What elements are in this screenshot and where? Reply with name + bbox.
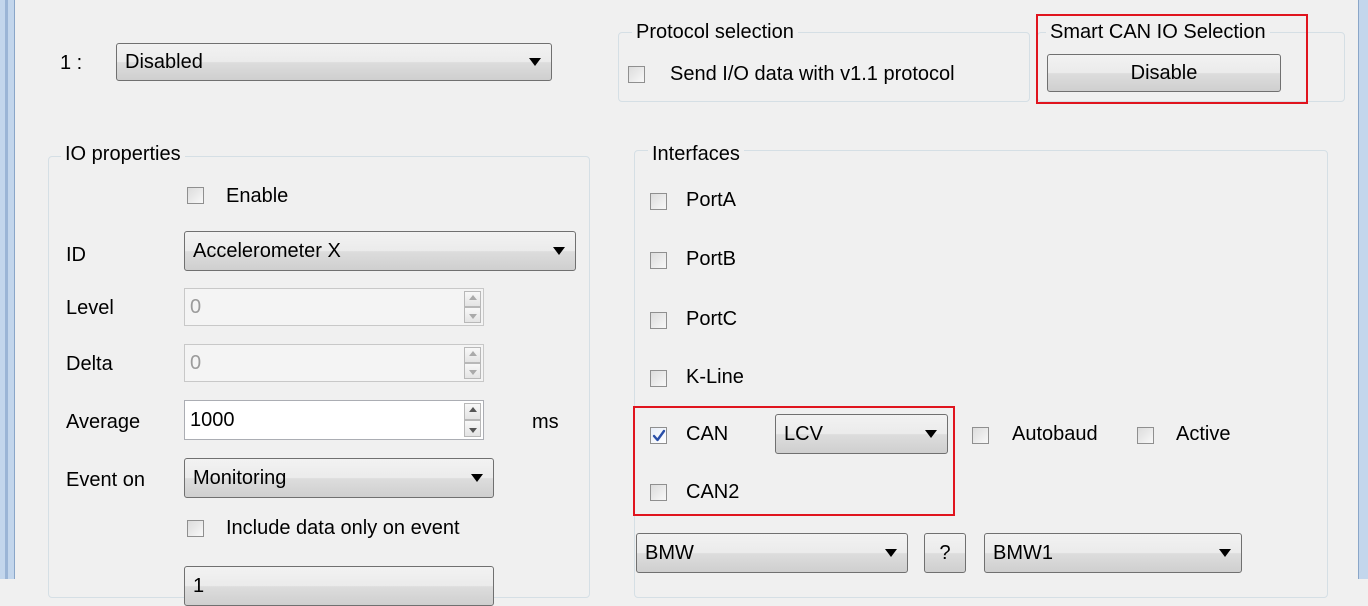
delta-label: Delta: [66, 353, 113, 375]
portb-label: PortB: [686, 248, 737, 270]
window-frame-left: [0, 0, 15, 579]
portc-label: PortC: [686, 308, 738, 330]
channel-index-label: 1 :: [60, 52, 83, 74]
include-on-event-label: Include data only on event: [226, 517, 460, 539]
id-value: Accelerometer X: [193, 239, 341, 262]
chevron-down-icon: [553, 247, 565, 255]
channel-mode-dropdown[interactable]: Disabled: [116, 43, 552, 81]
level-stepper[interactable]: 0: [184, 288, 484, 326]
next-dropdown[interactable]: 1: [184, 566, 494, 606]
delta-spin-buttons[interactable]: [464, 347, 481, 379]
enable-label: Enable: [226, 185, 289, 207]
average-stepper[interactable]: 1000: [184, 400, 484, 440]
event-on-dropdown[interactable]: Monitoring: [184, 458, 494, 498]
level-spin-buttons[interactable]: [464, 291, 481, 323]
protocol-legend: Protocol selection: [632, 21, 798, 43]
average-spin-buttons[interactable]: [464, 403, 481, 437]
average-unit: ms: [532, 411, 559, 433]
portb-checkbox[interactable]: [650, 252, 667, 269]
level-value: 0: [190, 295, 202, 318]
kline-checkbox[interactable]: [650, 370, 667, 387]
vehicle-model-value: BMW1: [993, 541, 1053, 564]
v11-protocol-checkbox[interactable]: [628, 66, 645, 83]
porta-label: PortA: [686, 189, 737, 211]
chevron-down-icon: [1219, 549, 1231, 557]
include-on-event-checkbox[interactable]: [187, 520, 204, 537]
average-label: Average: [66, 411, 141, 433]
porta-checkbox[interactable]: [650, 193, 667, 210]
smart-can-highlight: [1036, 14, 1308, 104]
chevron-down-icon: [529, 58, 541, 66]
io-properties-legend: IO properties: [61, 143, 185, 165]
delta-stepper[interactable]: 0: [184, 344, 484, 382]
help-button[interactable]: ?: [924, 533, 966, 573]
delta-value: 0: [190, 351, 202, 374]
chevron-down-icon: [885, 549, 897, 557]
autobaud-label: Autobaud: [1012, 423, 1098, 445]
v11-protocol-label: Send I/O data with v1.1 protocol: [670, 63, 955, 85]
enable-checkbox[interactable]: [187, 187, 204, 204]
next-value: 1: [193, 574, 205, 597]
average-value: 1000: [190, 408, 235, 431]
id-dropdown[interactable]: Accelerometer X: [184, 231, 576, 271]
event-on-label: Event on: [66, 469, 145, 491]
vehicle-make-value: BMW: [645, 541, 694, 564]
event-on-value: Monitoring: [193, 466, 287, 489]
level-label: Level: [66, 297, 114, 319]
active-checkbox[interactable]: [1137, 427, 1154, 444]
channel-mode-value: Disabled: [125, 50, 203, 73]
chevron-down-icon: [471, 474, 483, 482]
can-highlight: [633, 406, 955, 516]
interfaces-legend: Interfaces: [648, 143, 744, 165]
vehicle-make-dropdown[interactable]: BMW: [636, 533, 908, 573]
portc-checkbox[interactable]: [650, 312, 667, 329]
kline-label: K-Line: [686, 366, 744, 388]
id-label: ID: [66, 244, 86, 266]
active-label: Active: [1176, 423, 1231, 445]
window-frame-right: [1358, 0, 1368, 579]
autobaud-checkbox[interactable]: [972, 427, 989, 444]
vehicle-model-dropdown[interactable]: BMW1: [984, 533, 1242, 573]
